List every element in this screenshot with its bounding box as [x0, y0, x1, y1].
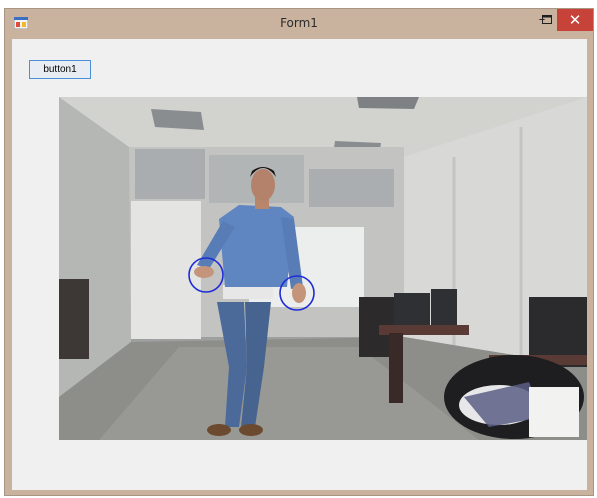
maximize-button[interactable] [536, 9, 558, 30]
button1[interactable]: button1 [29, 60, 91, 79]
camera-frame [59, 97, 587, 440]
form1-window[interactable]: Form1 – ✕ button1 [4, 8, 594, 496]
picture-box [59, 97, 587, 440]
window-title: Form1 [280, 16, 318, 30]
form-client-area: button1 [12, 39, 587, 490]
close-button[interactable]: ✕ [557, 9, 593, 31]
maximize-icon [542, 15, 552, 24]
title-bar[interactable]: Form1 – ✕ [5, 9, 593, 39]
